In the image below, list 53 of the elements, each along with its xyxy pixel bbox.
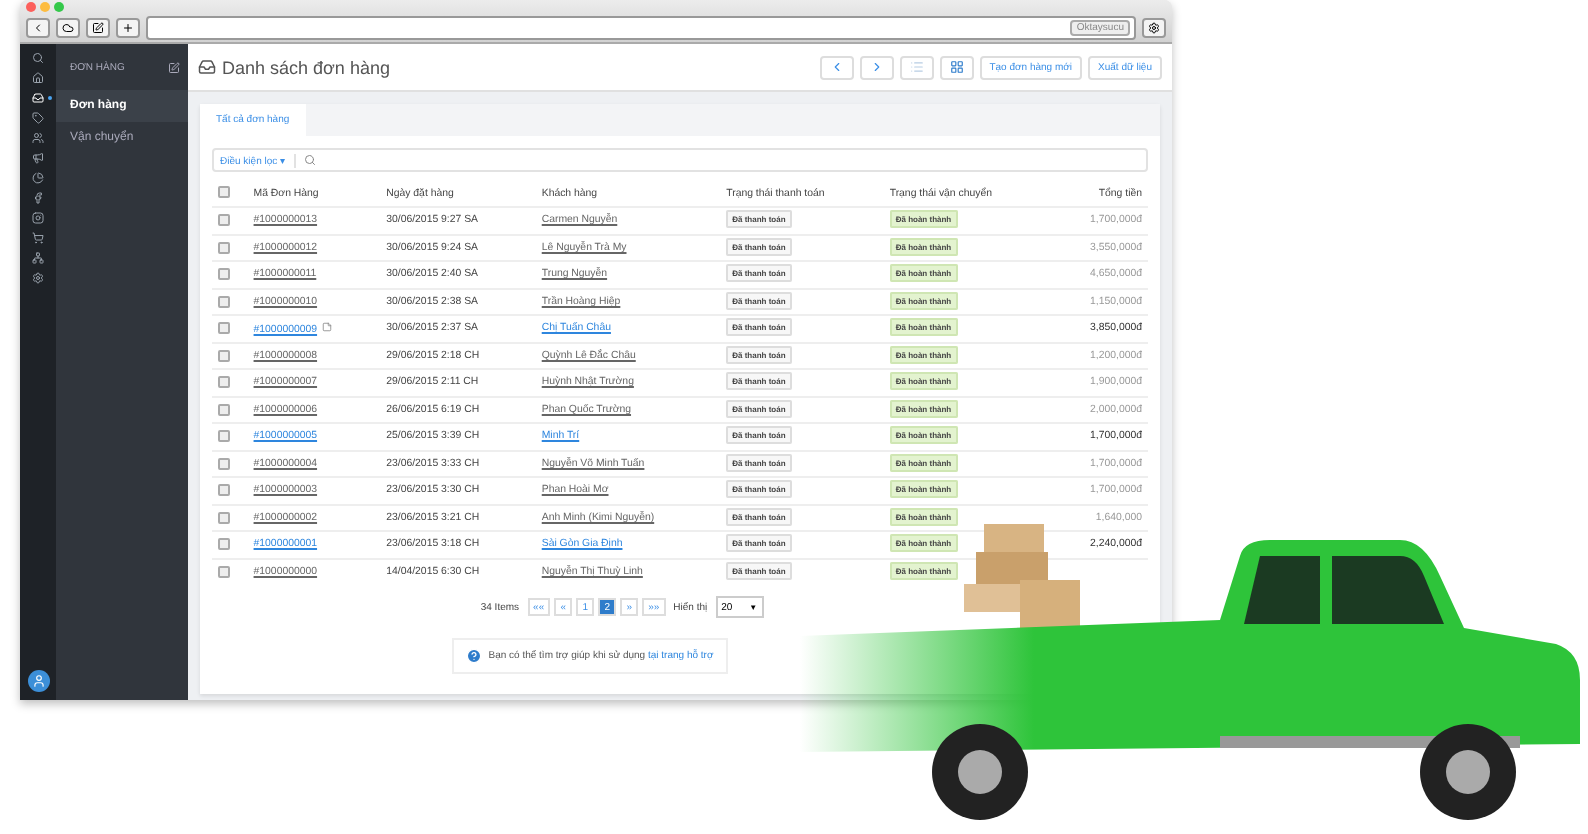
back-button[interactable] (26, 18, 50, 38)
settings-icon (1148, 22, 1160, 34)
select-all-checkbox[interactable] (218, 186, 230, 199)
plus-icon (122, 22, 134, 34)
tag-icon[interactable] (32, 112, 44, 124)
previous-button[interactable] (819, 55, 854, 79)
users-icon[interactable] (32, 132, 44, 144)
pie-chart-icon[interactable] (32, 172, 44, 184)
minimize-dot-icon[interactable] (40, 2, 50, 12)
edit-icon[interactable] (168, 61, 180, 73)
cloud-button[interactable] (56, 18, 80, 38)
edit-icon (92, 22, 104, 34)
chevron-left-icon (829, 60, 844, 74)
megaphone-icon[interactable] (32, 152, 44, 164)
row-checkbox[interactable] (218, 214, 230, 227)
row-checkbox[interactable] (218, 403, 230, 416)
row-checkbox[interactable] (218, 295, 230, 308)
new-tab-button[interactable] (116, 18, 140, 38)
row-checkbox[interactable] (218, 349, 230, 362)
chevron-right-icon (869, 60, 884, 74)
settings-icon[interactable] (32, 272, 44, 284)
row-checkbox[interactable] (218, 430, 230, 443)
page-title: Danh sách đơn hàng (222, 57, 390, 77)
facebook-icon[interactable] (32, 192, 44, 204)
search-icon[interactable] (32, 52, 44, 64)
list-view-icon (909, 60, 924, 74)
help-icon (466, 648, 483, 664)
grid-view-button[interactable] (939, 55, 974, 79)
network-icon[interactable] (32, 252, 44, 264)
close-dot-icon[interactable] (26, 2, 36, 12)
row-checkbox[interactable] (218, 538, 230, 551)
row-checkbox[interactable] (218, 457, 230, 470)
grid-view-icon (949, 60, 964, 74)
cloud-icon (62, 22, 74, 34)
share-button[interactable] (86, 18, 110, 38)
instagram-icon[interactable] (32, 212, 44, 224)
list-view-button[interactable] (899, 55, 934, 79)
row-checkbox[interactable] (218, 241, 230, 254)
settings-button[interactable] (1142, 18, 1166, 38)
cart-icon[interactable] (32, 232, 44, 244)
row-checkbox[interactable] (218, 484, 230, 497)
row-checkbox[interactable] (218, 268, 230, 281)
search-icon (304, 154, 317, 166)
home-icon[interactable] (32, 72, 44, 84)
row-checkbox[interactable] (218, 565, 230, 578)
zoom-dot-icon[interactable] (54, 2, 64, 12)
chevron-left-icon (32, 22, 44, 34)
row-checkbox[interactable] (218, 376, 230, 389)
row-checkbox[interactable] (218, 511, 230, 524)
inbox-icon (198, 58, 216, 76)
row-checkbox[interactable] (218, 322, 230, 335)
next-button[interactable] (859, 55, 894, 79)
avatar-icon[interactable] (27, 670, 49, 692)
